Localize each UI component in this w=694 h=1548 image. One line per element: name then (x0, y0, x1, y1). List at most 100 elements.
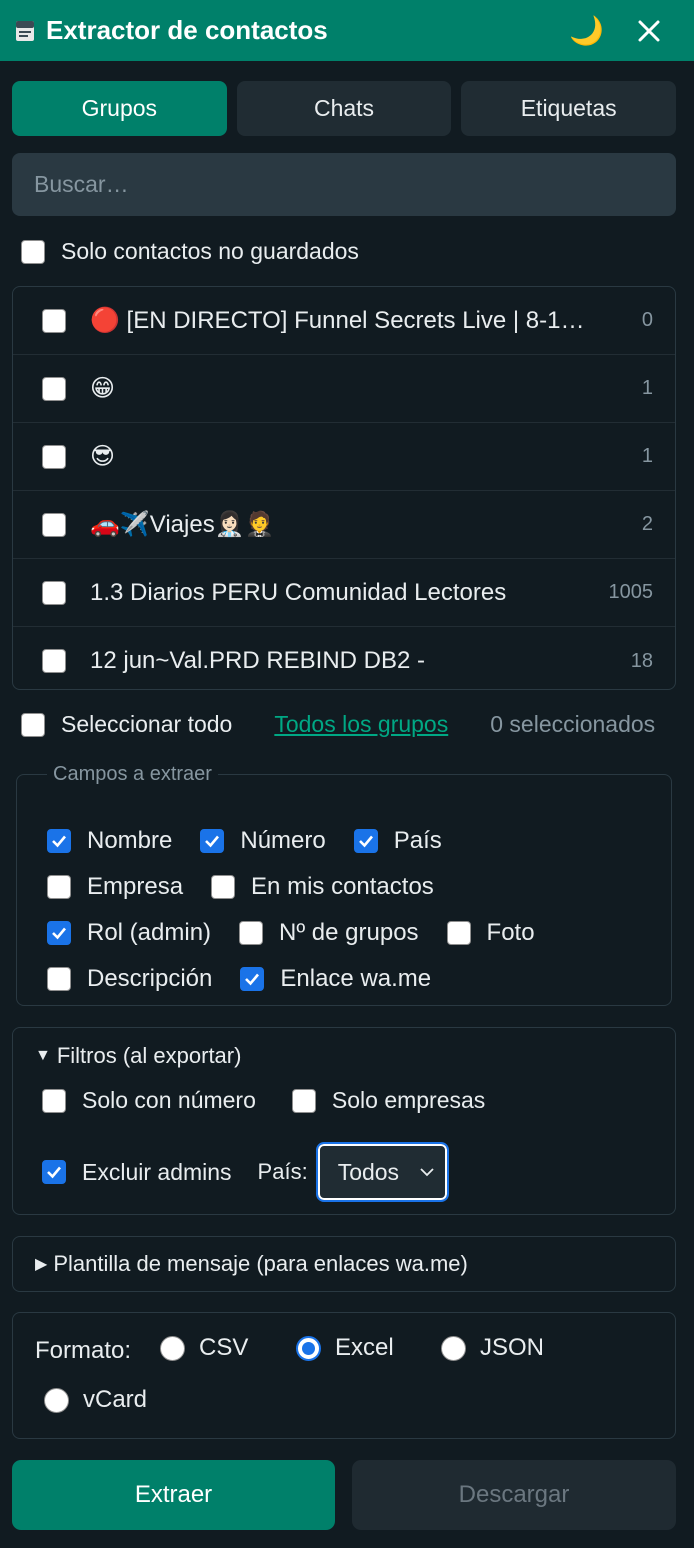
field-en-mis-contactos[interactable]: En mis contactos (211, 873, 434, 901)
format-option-csv[interactable]: CSV (160, 1334, 248, 1362)
dark-mode-toggle-moon-icon[interactable]: 🌙 (569, 14, 604, 47)
fields-legend: Campos a extraer (53, 763, 212, 785)
group-name: 🚗✈️Viajes👩🏻‍⚕️🤵 (90, 511, 275, 538)
filters-toggle[interactable]: ▼ Filtros (al exportar) (35, 1043, 241, 1069)
field-en-mis-contactos-checkbox[interactable] (211, 875, 236, 899)
country-label: País: (257, 1159, 308, 1184)
format-option-label: Excel (335, 1334, 394, 1361)
field-numero-checkbox[interactable] (200, 829, 225, 853)
field-descripcion[interactable]: Descripción (47, 965, 212, 993)
field-label: Rol (admin) (87, 919, 212, 946)
group-checkbox[interactable] (42, 649, 66, 673)
group-member-count: 1 (641, 445, 653, 467)
field-label: País (393, 827, 442, 854)
source-tabs: Grupos Chats Etiquetas (12, 81, 677, 136)
field-foto-checkbox[interactable] (446, 921, 471, 945)
field-rol-admin[interactable]: Rol (admin) (47, 919, 211, 947)
field-empresa[interactable]: Empresa (47, 873, 183, 901)
search-input[interactable] (12, 153, 676, 216)
group-member-count: 18 (630, 649, 653, 672)
format-radio-excel[interactable] (296, 1335, 321, 1361)
format-option-label: JSON (480, 1334, 545, 1361)
app-title: Extractor de contactos (46, 15, 328, 45)
field-foto[interactable]: Foto (446, 919, 535, 947)
format-label: Formato: (35, 1337, 132, 1364)
list-item[interactable]: 😁 1 (13, 355, 675, 423)
message-template-toggle[interactable]: ▶ Plantilla de mensaje (para enlaces wa.… (12, 1236, 676, 1292)
format-section: Formato: CSV Excel JSON vCard (12, 1312, 676, 1439)
filter-label: Solo con número (82, 1087, 256, 1113)
download-button[interactable]: Descargar (352, 1460, 676, 1530)
extract-button[interactable]: Extraer (12, 1460, 335, 1530)
tab-chats[interactable]: Chats (236, 81, 452, 136)
tab-grupos[interactable]: Grupos (12, 81, 227, 136)
format-option-label: CSV (199, 1334, 249, 1361)
field-enlace-wame-checkbox[interactable] (240, 967, 265, 991)
list-item[interactable]: 🚗✈️Viajes👩🏻‍⚕️🤵 2 (13, 491, 675, 559)
filter-only-with-number-checkbox[interactable] (42, 1088, 66, 1113)
tab-etiquetas[interactable]: Etiquetas (461, 81, 677, 136)
group-name: 1.3 Diarios PERU Comunidad Lectores (90, 578, 507, 606)
group-member-count: 0 (641, 309, 653, 331)
triangle-down-icon: ▼ (35, 1047, 51, 1064)
select-all-checkbox[interactable] (21, 712, 45, 737)
group-checkbox[interactable] (42, 376, 66, 401)
group-checkbox[interactable] (42, 512, 66, 537)
field-nombre-checkbox[interactable] (47, 829, 71, 853)
field-empresa-checkbox[interactable] (47, 875, 71, 899)
format-option-excel[interactable]: Excel (296, 1334, 394, 1362)
group-name: 🔴 [EN DIRECTO] Funnel Secrets Live | 8-1… (90, 307, 585, 334)
field-label: Empresa (87, 873, 184, 900)
group-name: 12 jun~Val.PRD REBIND DB2 - (90, 647, 426, 674)
field-numero[interactable]: Número (200, 827, 326, 855)
triangle-right-icon: ▶ (35, 1256, 48, 1273)
list-item[interactable]: 1.3 Diarios PERU Comunidad Lectores 1005 (13, 559, 675, 627)
all-groups-link[interactable]: Todos los grupos (274, 711, 448, 738)
selected-count: 0 seleccionados (490, 711, 656, 737)
group-member-count: 1005 (608, 581, 654, 603)
field-descripcion-checkbox[interactable] (47, 967, 71, 991)
unsaved-only-label: Solo contactos no guardados (61, 238, 359, 264)
format-option-json[interactable]: JSON (441, 1334, 544, 1362)
field-label: En mis contactos (251, 873, 434, 900)
unsaved-only-checkbox[interactable] (21, 239, 45, 264)
filter-label: Solo empresas (331, 1087, 486, 1113)
format-radio-vcard[interactable] (44, 1387, 69, 1413)
field-pais-checkbox[interactable] (353, 829, 378, 853)
field-rol-admin-checkbox[interactable] (47, 921, 71, 945)
group-list: 🔴 [EN DIRECTO] Funnel Secrets Live | 8-1… (12, 286, 676, 690)
group-checkbox[interactable] (42, 580, 66, 605)
field-enlace-wame[interactable]: Enlace wa.me (240, 965, 431, 993)
unsaved-only-option[interactable]: Solo contactos no guardados (21, 238, 359, 265)
list-item[interactable]: 🔴 [EN DIRECTO] Funnel Secrets Live | 8-1… (13, 287, 675, 355)
format-option-vcard[interactable]: vCard (44, 1386, 147, 1414)
filter-exclude-admins[interactable]: Excluir admins (42, 1159, 232, 1186)
field-pais[interactable]: País (353, 827, 442, 855)
field-label: Nº de grupos (279, 919, 419, 946)
format-radio-json[interactable] (441, 1335, 466, 1361)
field-num-grupos[interactable]: Nº de grupos (239, 919, 419, 947)
contacts-book-icon (12, 18, 38, 44)
field-num-grupos-checkbox[interactable] (239, 921, 264, 945)
list-item[interactable]: 12 jun~Val.PRD REBIND DB2 - 18 (13, 627, 675, 689)
filter-exclude-admins-checkbox[interactable] (42, 1160, 66, 1184)
selection-bar: Seleccionar todo Todos los grupos 0 sele… (21, 711, 681, 738)
field-nombre[interactable]: Nombre (47, 827, 172, 855)
format-radio-csv[interactable] (160, 1335, 185, 1361)
filter-only-with-number[interactable]: Solo con número (42, 1087, 256, 1114)
field-label: Enlace wa.me (280, 965, 432, 992)
fields-to-extract: Campos a extraer Nombre Número País Empr… (16, 763, 672, 1006)
country-select-value: Todos (337, 1158, 400, 1185)
field-label: Número (240, 827, 326, 854)
country-select[interactable]: Todos (315, 1142, 449, 1202)
list-item[interactable]: 😎 1 (13, 423, 675, 491)
filter-only-business-checkbox[interactable] (291, 1088, 316, 1113)
group-checkbox[interactable] (42, 444, 66, 469)
filter-only-business[interactable]: Solo empresas (291, 1087, 486, 1114)
group-checkbox[interactable] (42, 308, 66, 333)
filter-label: Excluir admins (82, 1158, 232, 1185)
select-all-label[interactable]: Seleccionar todo (61, 711, 232, 738)
field-label: Descripción (87, 965, 213, 992)
close-icon[interactable] (634, 16, 664, 46)
group-member-count: 1 (641, 377, 653, 399)
